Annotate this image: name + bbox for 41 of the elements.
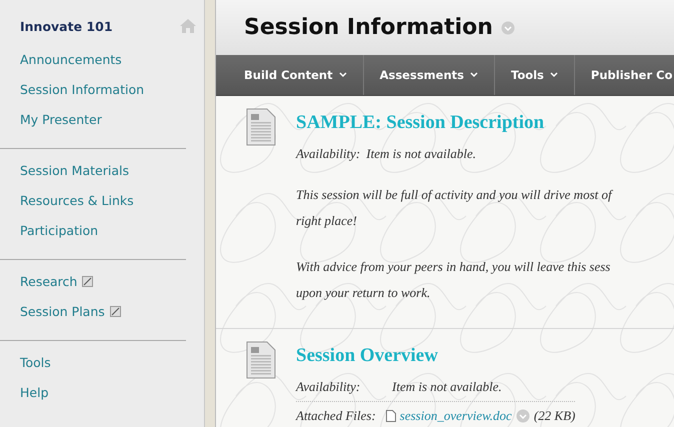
document-icon [246,108,276,146]
chevron-down-icon [470,72,478,78]
page-title: Session Information [244,15,493,40]
external-link-icon [82,276,94,286]
menu-link[interactable]: Tools [20,354,51,370]
item-title[interactable]: Session Overview [296,345,576,367]
description-text: upon your return to work. [296,284,432,302]
file-options-icon[interactable] [516,409,530,423]
availability-value: Item is not available. [366,146,476,162]
chevron-down-icon [338,72,347,78]
item-title[interactable]: SAMPLE: Session Description [296,112,612,134]
availability-label: Availability: [296,146,360,162]
chevron-down-icon [550,72,558,78]
file-icon [386,410,396,422]
menu-link[interactable]: Session Plans [20,304,121,318]
document-icon [246,341,276,379]
toolbar-menu[interactable]: Assessments [364,55,495,95]
home-icon[interactable] [180,19,196,33]
splitter-bar[interactable] [205,0,216,427]
menu-link[interactable]: My Presenter [20,112,102,126]
options-icon[interactable] [500,20,515,34]
description-text: This session will be full of activity and you will drive most of [296,186,612,204]
file-link[interactable]: session_overview.doc [400,408,512,424]
menu-link[interactable]: Session Materials [20,162,129,178]
menu-link[interactable]: Help [20,384,48,400]
availability-value: Item is not available. [392,379,502,395]
menu-link[interactable]: Resources & Links [20,192,134,208]
external-link-icon [110,306,121,316]
attached-files-label: Attached Files: [296,408,376,424]
toolbar-menu[interactable]: Publisher Co [574,55,674,95]
menu-link[interactable]: Announcements [20,52,122,66]
menu-link[interactable]: Research [20,274,94,288]
description-text: With advice from your peers in hand, you will leave this sess [296,258,612,276]
description-text: right place! [296,212,358,230]
course-title[interactable]: Innovate 101 [20,18,113,34]
availability-label: Availability: [296,379,362,395]
menu-link[interactable]: Session Information [20,82,144,96]
menu-link[interactable]: Participation [20,222,98,238]
toolbar-menu[interactable]: Build Content [216,55,364,95]
toolbar-menu[interactable]: Tools [495,55,575,95]
file-size: (22 KB) [534,408,576,424]
